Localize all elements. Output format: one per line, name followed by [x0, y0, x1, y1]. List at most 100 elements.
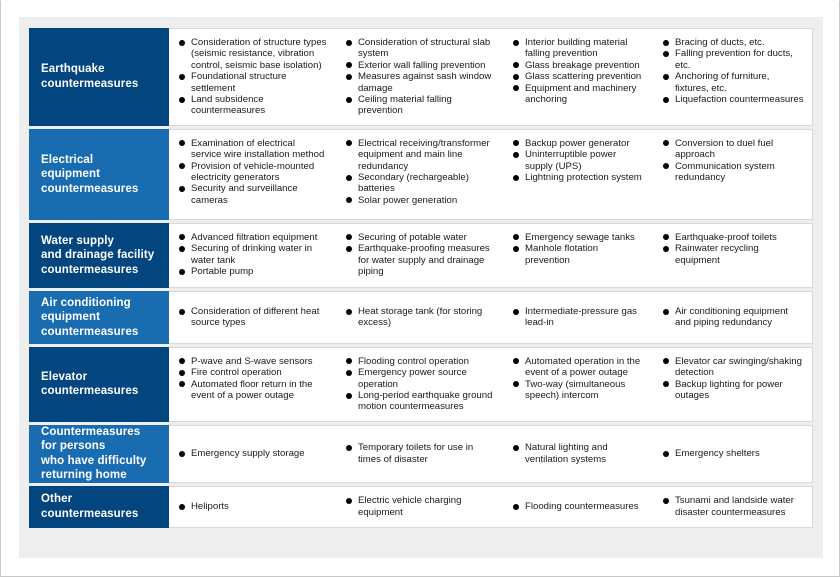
list-item-label: Consideration of structure types (seismi… [191, 37, 327, 71]
list-item-label: Securing of drinking water in water tank [191, 243, 313, 266]
list-item: Securing of drinking water in water tank [179, 243, 328, 266]
bullet-icon [663, 358, 669, 365]
row-header-label: Electrical equipment countermeasures [29, 128, 169, 220]
row-header-label: Air conditioning equipment countermeasures [29, 290, 169, 344]
list-item-label: Emergency sewage tanks [525, 231, 635, 243]
list-item: Heliports [179, 501, 328, 512]
bullet-icon [513, 445, 519, 452]
bullet-icon [513, 308, 519, 315]
bullet-icon [179, 268, 185, 275]
list-item-label: Anchoring of furniture, fixtures, etc. [675, 71, 770, 94]
list-item-label: Emergency shelters [675, 448, 760, 460]
list-item-label: Long-period earthquake ground motion cou… [358, 390, 493, 413]
bullet-icon [179, 73, 185, 80]
list-item-label: Bracing of ducts, etc. [675, 37, 765, 48]
row-body: Advanced filtration equipment Securing of… [169, 222, 813, 288]
bullet-icon [179, 186, 185, 193]
row-header-line: countermeasures [41, 182, 139, 195]
bullet-icon [179, 140, 185, 147]
table-row: Other countermeasures Heliports Electric ve… [29, 485, 813, 528]
list-item: Bracing of ducts, etc. [663, 37, 804, 48]
list-item-label: P-wave and S-wave sensors [191, 355, 313, 367]
bullet-icon [513, 62, 519, 69]
table-row: Electrical equipment countermeasures Examin… [29, 128, 813, 220]
list-item-label: Falling prevention for ducts, etc. [675, 48, 793, 71]
list-item: Security and surveillance cameras [179, 183, 328, 206]
list-item-label: Ceiling material falling prevention [358, 94, 452, 117]
row-body: Heliports Electric vehicle charging equip… [169, 485, 813, 528]
measure-column: Emergency supply storage [169, 448, 336, 459]
measure-column: Backup power generator Uninterruptible po… [503, 138, 653, 211]
row-header-label: Other countermeasures [29, 485, 169, 528]
list-item: Liquefaction countermeasures [663, 94, 804, 105]
measure-column: Automated operation in the event of a po… [503, 356, 653, 413]
list-item: Emergency supply storage [179, 448, 328, 459]
bullet-icon [663, 245, 669, 252]
list-item-label: Earthquake-proof toilets [675, 231, 777, 243]
bullet-icon [663, 498, 669, 505]
measure-column: Securing of potable water Earthquake-proo… [336, 232, 503, 278]
list-item: Electrical receiving/transformer equipme… [346, 138, 495, 172]
list-item: Conversion to duel fuel approach [663, 138, 804, 161]
measure-column: Elevator car swinging/shaking detection B… [653, 356, 812, 413]
table-row: Earthquake countermeasures Consideration o… [29, 28, 813, 126]
list-item: Emergency sewage tanks [513, 232, 645, 243]
row-header-line: Electrical [41, 153, 94, 166]
list-item: Consideration of different heat source t… [179, 306, 328, 329]
list-item: Electric vehicle charging equipment [346, 495, 495, 518]
list-item: Rainwater recycling equipment [663, 243, 804, 266]
list-item-label: Earthquake-proofing measures for water s… [358, 243, 490, 278]
bullet-icon [346, 140, 352, 147]
bullet-icon [663, 51, 669, 57]
row-body: Consideration of different heat source t… [169, 290, 813, 344]
list-item: Automated operation in the event of a po… [513, 356, 645, 379]
row-header-line: Elevator [41, 370, 88, 383]
bullet-icon [513, 85, 519, 92]
measure-column: Electrical receiving/transformer equipme… [336, 138, 503, 211]
list-item: Communication system redundancy [663, 161, 804, 184]
countermeasures-table: Earthquake countermeasures Consideration o… [29, 28, 813, 547]
list-item-label: Flooding countermeasures [525, 501, 639, 513]
list-item: Ceiling material falling prevention [346, 94, 495, 117]
bullet-icon [513, 234, 519, 241]
measure-column: Examination of electrical service wire i… [169, 138, 336, 211]
list-item: Flooding control operation [346, 356, 495, 367]
list-item: Lightning protection system [513, 172, 645, 183]
list-item: Temporary toilets for use in times of di… [346, 442, 495, 465]
list-item: Anchoring of furniture, fixtures, etc. [663, 71, 804, 94]
list-item-label: Security and surveillance cameras [191, 183, 298, 206]
bullet-icon [346, 62, 352, 69]
measure-column: Intermediate-pressure gas lead-in [503, 306, 653, 329]
list-item-label: Liquefaction countermeasures [675, 94, 804, 106]
bullet-icon [346, 358, 352, 365]
list-item: Land subsidence countermeasures [179, 94, 328, 117]
list-item: Tsunami and landside water disaster coun… [663, 495, 804, 518]
list-item: Earthquake-proofing measures for water s… [346, 243, 495, 277]
list-item-label: Emergency power source operation [358, 367, 467, 390]
list-item-label: Secondary (rechargeable) batteries [358, 172, 469, 195]
list-item: Securing of potable water [346, 232, 495, 243]
bullet-icon [513, 151, 519, 158]
row-body: P-wave and S-wave sensors Fire control op… [169, 346, 813, 422]
list-item-label: Backup lighting for power outages [675, 378, 783, 402]
bullet-icon [179, 39, 185, 46]
list-item-label: Manhole flotation prevention [525, 243, 599, 266]
measure-column: Natural lighting and ventilation systems [503, 442, 653, 465]
list-item: Automated floor return in the event of a… [179, 379, 328, 402]
list-item-label: Uninterruptible power supply (UPS) [525, 149, 617, 172]
list-item-label: Intermediate-pressure gas lead-in [525, 305, 637, 329]
list-item: Examination of electrical service wire i… [179, 138, 328, 161]
list-item-label: Electrical receiving/transformer equipme… [358, 137, 490, 172]
list-item: Consideration of structure types (seismi… [179, 37, 328, 71]
bullet-icon [346, 174, 352, 181]
list-item: Equipment and machinery anchoring [513, 83, 645, 106]
bullet-icon [663, 234, 669, 241]
bullet-icon [513, 358, 519, 365]
bullet-icon [663, 450, 669, 457]
measure-column: Interior building material falling preve… [503, 37, 653, 117]
bullet-icon [346, 96, 352, 103]
row-header-label: Earthquake countermeasures [29, 28, 169, 126]
row-header-line: equipment [41, 311, 101, 324]
row-body: Examination of electrical service wire i… [169, 128, 813, 220]
list-item-label: Exterior wall falling prevention [358, 59, 486, 71]
